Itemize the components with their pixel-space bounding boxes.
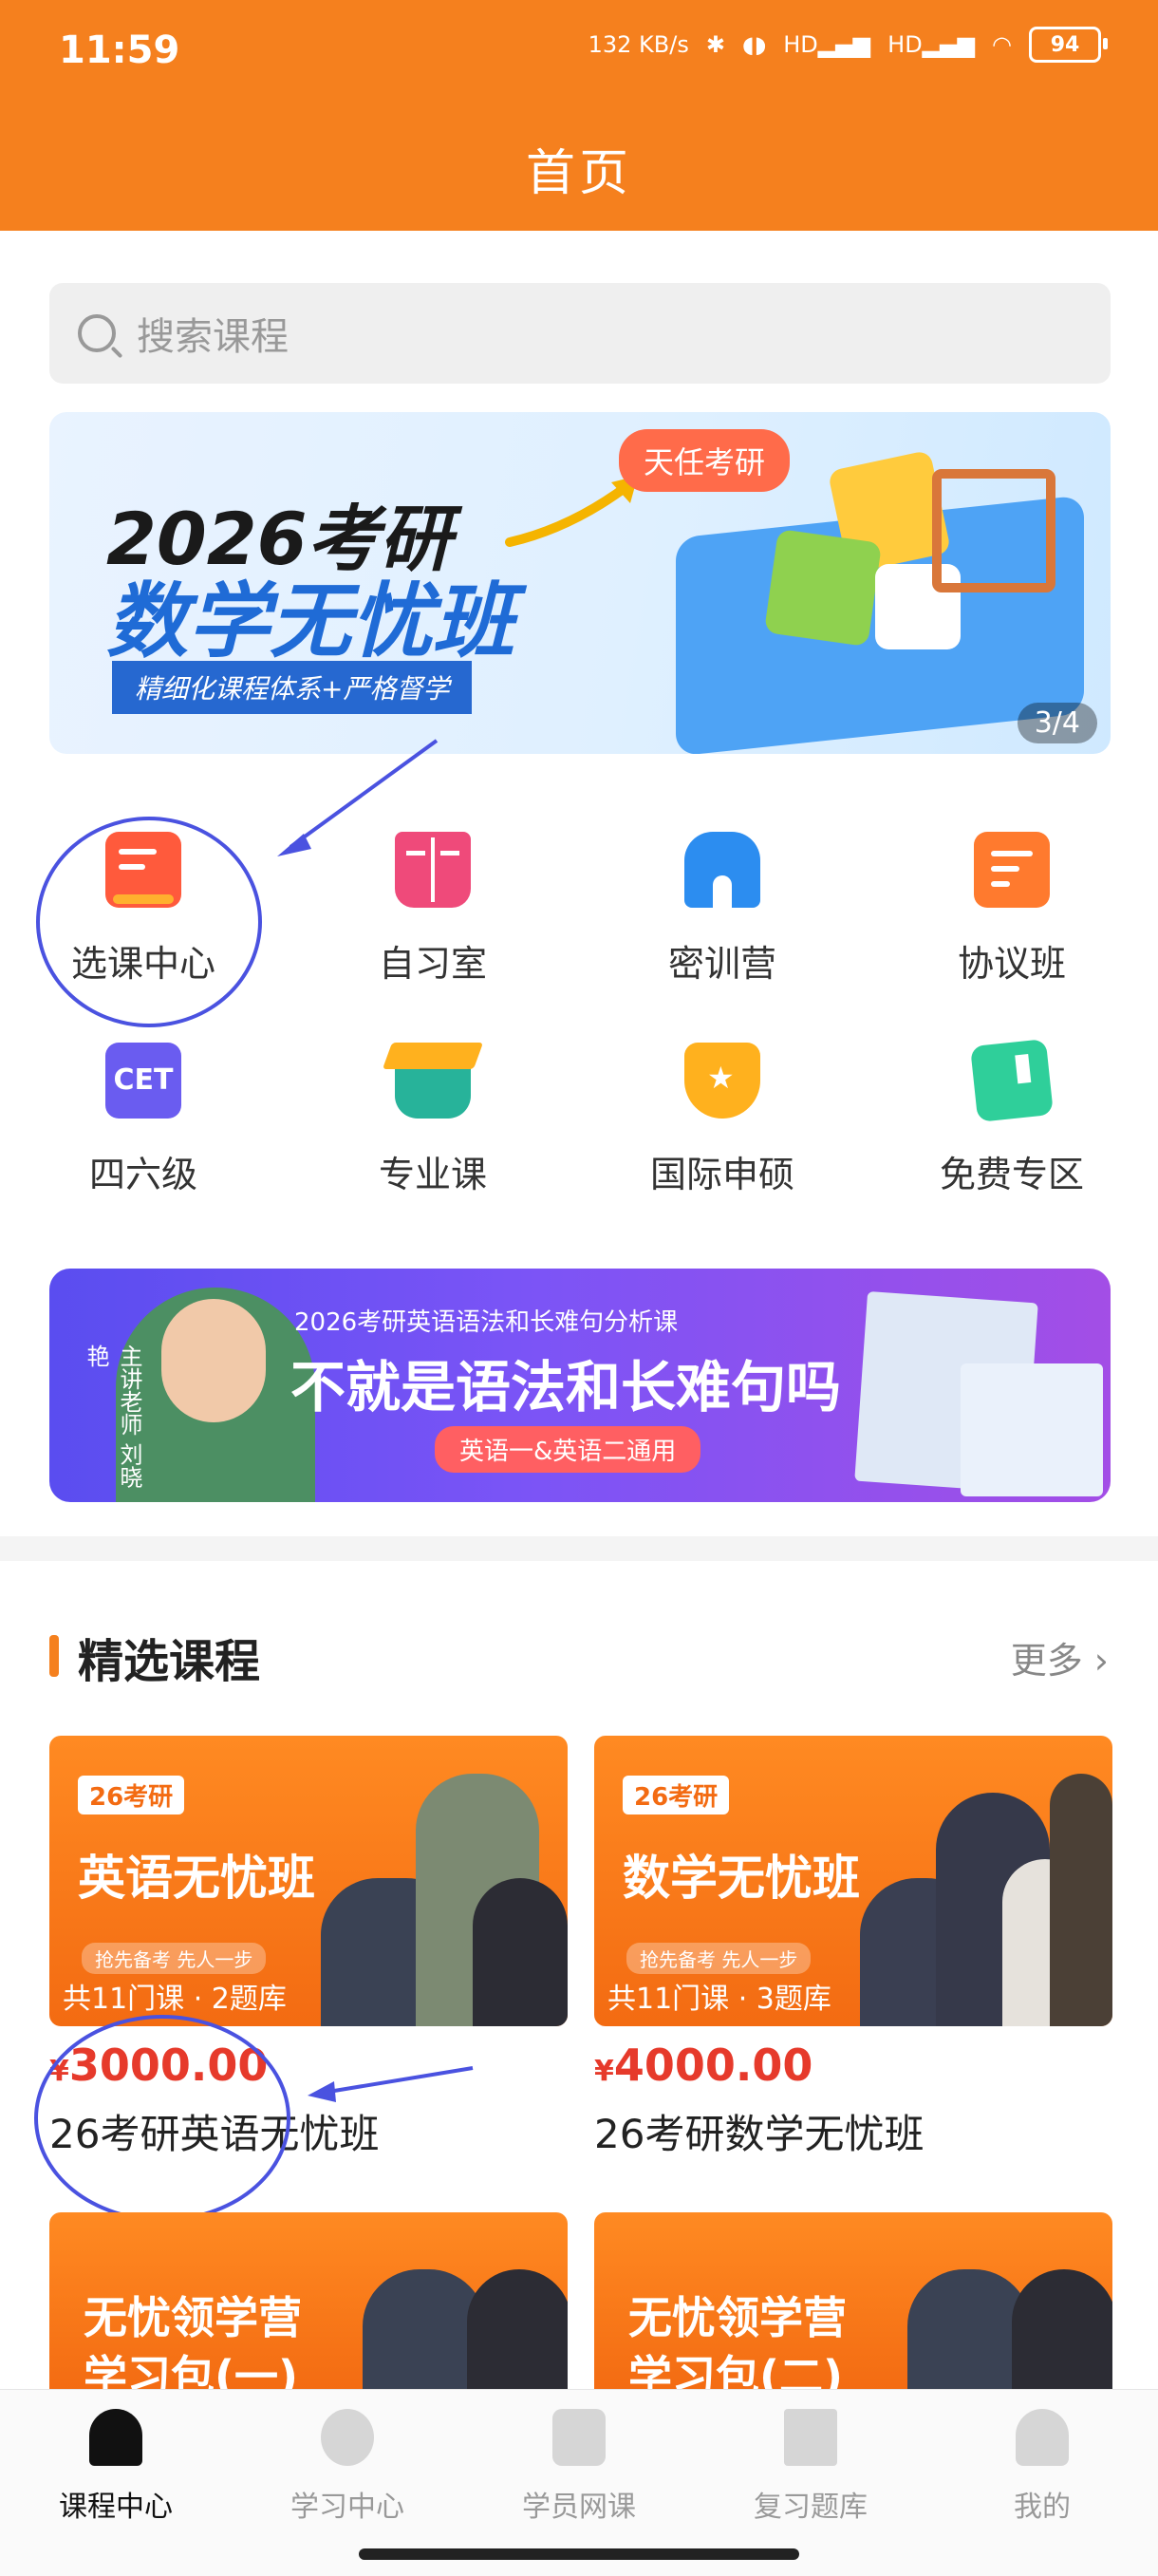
nav-course-center[interactable]: 课程中心 — [0, 2409, 232, 2525]
category-major-course[interactable]: 专业课 — [314, 1043, 551, 1197]
teacher-photo — [1012, 2269, 1112, 2393]
profile-icon — [1016, 2409, 1069, 2466]
course-card[interactable]: 无忧领学营 学习包(一) — [49, 2212, 568, 2393]
net-speed: 132 KB/s — [588, 31, 689, 58]
course-cover-name: 英语无忧班 — [78, 1851, 315, 1906]
course-cover-name: 数学无忧班 — [623, 1851, 860, 1906]
course-card[interactable]: 26考研 数学无忧班 抢先备考 先人一步 共11门课 · 3题库 — [594, 1736, 1112, 2026]
course-price: ¥4000.00 — [594, 2040, 813, 2091]
play-icon — [552, 2409, 606, 2466]
course-slogan: 抢先备考 先人一步 — [626, 1943, 812, 1974]
course-cover: 26考研 数学无忧班 抢先备考 先人一步 共11门课 · 3题库 — [594, 1736, 1112, 2026]
compass-icon — [321, 2409, 374, 2466]
page-title: 首页 — [525, 145, 632, 202]
signal-icon-2: HD▂▄▆ — [887, 31, 976, 58]
course-cover-name: 无忧领学营 学习包(二) — [628, 2292, 847, 2393]
annotation-arrow — [308, 2066, 474, 2102]
section-accent-bar — [49, 1635, 59, 1677]
course-slogan: 抢先备考 先人一步 — [82, 1943, 267, 1974]
battery-icon: 94 — [1029, 27, 1108, 63]
section-title: 精选课程 — [78, 1635, 261, 1688]
search-icon — [78, 314, 116, 352]
castle-icon — [684, 832, 760, 908]
status-icons: 132 KB/s ✱ ◖◗ HD▂▄▆ HD▂▄▆ ◠ 94 — [588, 27, 1108, 63]
annotation-arrow — [277, 739, 439, 856]
annotation-circle — [34, 2015, 290, 2222]
teacher-photo — [1050, 1774, 1112, 2026]
teacher-name: 主讲老师 刘晓艳 — [83, 1344, 142, 1489]
abacus-illustration — [932, 469, 1055, 592]
section-divider — [0, 1536, 1158, 1561]
wifi-icon: ◠ — [992, 31, 1012, 58]
course-card[interactable]: 26考研 英语无忧班 抢先备考 先人一步 共11门课 · 2题库 — [49, 1736, 568, 2026]
nav-student-courses[interactable]: 学员网课 — [463, 2409, 695, 2525]
banner-pill: 英语一&英语二通用 — [435, 1426, 701, 1473]
course-count: 共11门课 · 2题库 — [63, 1983, 287, 2016]
cet-icon: CET — [105, 1043, 181, 1119]
category-label: 四六级 — [88, 1154, 197, 1195]
free-card-icon — [970, 1039, 1054, 1122]
course-tag: 26考研 — [623, 1776, 730, 1814]
cube-illustration — [763, 528, 883, 648]
brand-tag: 天任考研 — [619, 429, 791, 492]
category-label: 国际申硕 — [649, 1154, 794, 1195]
banner-page-indicator: 3/4 — [1017, 703, 1097, 743]
nav-label: 学习中心 — [290, 2491, 404, 2524]
teacher-face — [161, 1299, 266, 1422]
course-cover-name: 无忧领学营 学习包(一) — [84, 2292, 302, 2393]
category-agreement-class[interactable]: 协议班 — [893, 832, 1130, 987]
promo-banner[interactable]: 天任考研 2026考研 数学无忧班 精细化课程体系+严格督学 3/4 — [49, 412, 1111, 754]
nav-label: 课程中心 — [59, 2491, 173, 2524]
teacher-photo — [473, 1878, 568, 2026]
category-label: 自习室 — [378, 943, 487, 985]
more-link[interactable]: 更多 › — [1011, 1631, 1109, 1683]
headphones-icon: ◖◗ — [741, 31, 767, 58]
category-intl-master[interactable]: ★ 国际申硕 — [604, 1043, 841, 1197]
nav-label: 学员网课 — [522, 2491, 636, 2524]
search-placeholder: 搜索课程 — [137, 315, 289, 359]
teacher-photo — [467, 2269, 568, 2393]
graduation-cap-icon — [382, 1043, 484, 1119]
category-training-camp[interactable]: 密训营 — [604, 832, 841, 987]
status-time: 11:59 — [59, 28, 180, 72]
signal-icon: HD▂▄▆ — [783, 31, 871, 58]
english-course-banner[interactable]: 主讲老师 刘晓艳 2026考研英语语法和长难句分析课 不就是语法和长难句吗 英语… — [49, 1269, 1111, 1502]
banner-headline: 数学无忧班 — [106, 574, 514, 669]
category-cet[interactable]: CET 四六级 — [25, 1043, 262, 1197]
bluetooth-icon: ✱ — [705, 31, 725, 58]
banner-headline: 不就是语法和长难句吗 — [290, 1355, 842, 1420]
home-icon — [89, 2409, 142, 2466]
nav-label: 复习题库 — [754, 2491, 868, 2524]
search-input[interactable]: 搜索课程 — [49, 283, 1111, 384]
category-free-zone[interactable]: 免费专区 — [893, 1039, 1130, 1197]
nav-profile[interactable]: 我的 — [926, 2409, 1158, 2525]
category-label: 密训营 — [667, 943, 776, 985]
course-tag: 26考研 — [78, 1776, 185, 1814]
course-count: 共11门课 · 3题库 — [607, 1983, 831, 2016]
nav-study-center[interactable]: 学习中心 — [232, 2409, 463, 2525]
nav-question-bank[interactable]: 复习题库 — [695, 2409, 926, 2525]
category-label: 免费专区 — [939, 1154, 1084, 1195]
document-icon — [974, 832, 1050, 908]
course-card[interactable]: 无忧领学营 学习包(二) — [594, 2212, 1112, 2393]
course-title[interactable]: 26考研数学无忧班 — [594, 2102, 924, 2160]
category-label: 协议班 — [957, 943, 1066, 985]
banner-subline: 精细化课程体系+严格督学 — [112, 661, 473, 714]
trophy-icon: ★ — [684, 1043, 760, 1119]
category-label: 专业课 — [378, 1154, 487, 1195]
nav-label: 我的 — [1014, 2491, 1071, 2524]
home-indicator[interactable] — [359, 2548, 799, 2560]
course-cover: 26考研 英语无忧班 抢先备考 先人一步 共11门课 · 2题库 — [49, 1736, 568, 2026]
annotation-circle — [36, 817, 262, 1027]
book-illustration — [961, 1363, 1103, 1496]
banner-subtitle: 2026考研英语语法和长难句分析课 — [294, 1308, 679, 1337]
question-bank-icon — [784, 2409, 837, 2466]
